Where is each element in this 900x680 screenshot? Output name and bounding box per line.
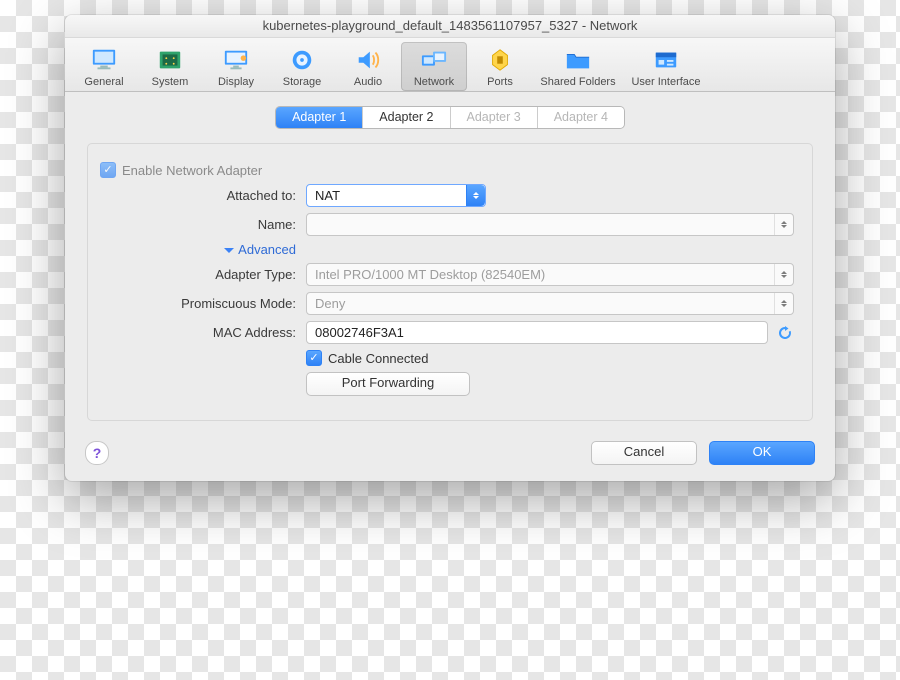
attached-to-label: Attached to:	[106, 188, 306, 203]
mac-label: MAC Address:	[106, 325, 306, 340]
toolbar-label: Ports	[487, 76, 513, 88]
toolbar-user-interface[interactable]: User Interface	[623, 42, 709, 91]
refresh-mac-button[interactable]	[776, 324, 794, 342]
storage-icon	[286, 46, 318, 74]
adapter-type-select[interactable]: Intel PRO/1000 MT Desktop (82540EM)	[306, 263, 794, 286]
display-icon	[220, 46, 252, 74]
chevron-updown-icon	[774, 293, 793, 314]
promiscuous-label: Promiscuous Mode:	[106, 296, 306, 311]
toolbar-label: Network	[414, 76, 454, 88]
toolbar-label: General	[84, 76, 123, 88]
adapter-type-label: Adapter Type:	[106, 267, 306, 282]
toolbar-display[interactable]: Display	[203, 42, 269, 91]
port-forwarding-button[interactable]: Port Forwarding	[306, 372, 470, 396]
footer: ? Cancel OK	[65, 429, 835, 481]
chevron-updown-icon	[774, 264, 793, 285]
refresh-icon	[776, 324, 794, 342]
system-icon	[154, 46, 186, 74]
ports-icon	[484, 46, 516, 74]
audio-icon	[352, 46, 384, 74]
tab-adapter-2[interactable]: Adapter 2	[362, 107, 449, 128]
toolbar-general[interactable]: General	[71, 42, 137, 91]
enable-adapter-label: Enable Network Adapter	[122, 163, 262, 178]
adapter-tabs: Adapter 1 Adapter 2 Adapter 3 Adapter 4	[87, 106, 813, 129]
mac-address-input[interactable]: 08002746F3A1	[306, 321, 768, 344]
disclosure-triangle-icon[interactable]	[224, 248, 234, 258]
promiscuous-select[interactable]: Deny	[306, 292, 794, 315]
tab-adapter-4[interactable]: Adapter 4	[537, 107, 624, 128]
toolbar-label: Display	[218, 76, 254, 88]
toolbar-audio[interactable]: Audio	[335, 42, 401, 91]
attached-to-value: NAT	[315, 188, 340, 203]
folder-icon	[562, 46, 594, 74]
promiscuous-value: Deny	[315, 296, 345, 311]
toolbar-storage[interactable]: Storage	[269, 42, 335, 91]
chevron-updown-icon	[466, 185, 485, 206]
cancel-button[interactable]: Cancel	[591, 441, 697, 465]
help-button[interactable]: ?	[85, 441, 109, 465]
ui-icon	[650, 46, 682, 74]
content-area: Adapter 1 Adapter 2 Adapter 3 Adapter 4 …	[65, 92, 835, 429]
name-select[interactable]	[306, 213, 794, 236]
ok-button[interactable]: OK	[709, 441, 815, 465]
settings-window: kubernetes-playground_default_1483561107…	[65, 15, 835, 481]
toolbar-system[interactable]: System	[137, 42, 203, 91]
toolbar-ports[interactable]: Ports	[467, 42, 533, 91]
window-title: kubernetes-playground_default_1483561107…	[65, 15, 835, 38]
tab-adapter-3[interactable]: Adapter 3	[450, 107, 537, 128]
cable-connected-checkbox[interactable]	[306, 350, 322, 366]
cable-connected-label: Cable Connected	[328, 351, 428, 366]
enable-adapter-checkbox[interactable]	[100, 162, 116, 178]
name-label: Name:	[106, 217, 306, 232]
adapter-type-value: Intel PRO/1000 MT Desktop (82540EM)	[315, 267, 545, 282]
general-icon	[88, 46, 120, 74]
toolbar-label: User Interface	[631, 76, 700, 88]
toolbar: General System Display Storage Audio	[65, 38, 835, 92]
chevron-updown-icon	[774, 214, 793, 235]
toolbar-label: Storage	[283, 76, 322, 88]
toolbar-label: System	[152, 76, 189, 88]
advanced-label[interactable]: Advanced	[238, 242, 296, 257]
toolbar-network[interactable]: Network	[401, 42, 467, 91]
tab-adapter-1[interactable]: Adapter 1	[276, 107, 362, 128]
attached-to-select[interactable]: NAT	[306, 184, 486, 207]
toolbar-shared-folders[interactable]: Shared Folders	[533, 42, 623, 91]
toolbar-label: Shared Folders	[540, 76, 615, 88]
toolbar-label: Audio	[354, 76, 382, 88]
adapter-group: Enable Network Adapter Attached to: NAT …	[87, 143, 813, 421]
network-icon	[418, 46, 450, 74]
mac-address-value: 08002746F3A1	[315, 325, 404, 340]
